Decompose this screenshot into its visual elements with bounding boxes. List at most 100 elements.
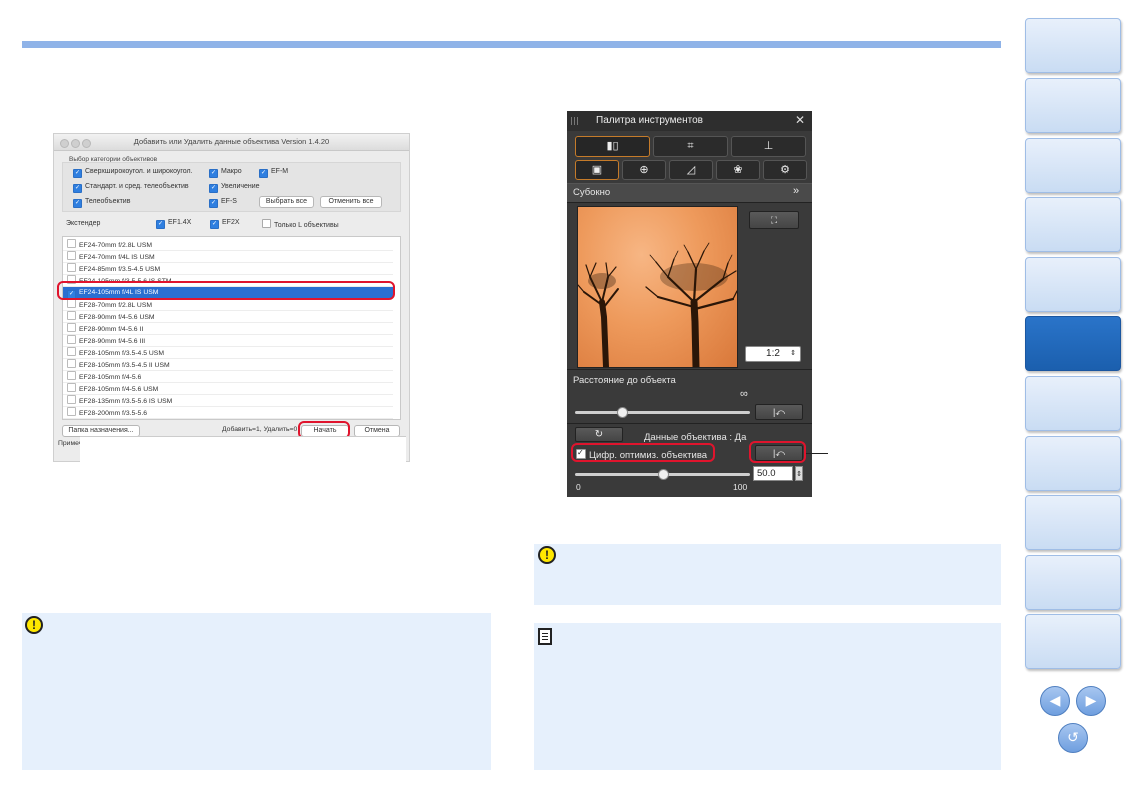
lens-row[interactable]: EF28-105mm f/4-5.6 USM [63,383,393,395]
refresh-icon: ↻ [594,429,604,440]
warning-icon: ! [25,616,43,634]
zoom-select[interactable]: 1:2 ⇕ [745,346,801,362]
category-macro[interactable]: Макро [209,168,242,178]
lens-row[interactable]: EF28-105mm f/3.5-4.5 II USM [63,359,393,371]
lens-row[interactable]: EF28-90mm f/4-5.6 III [63,335,393,347]
category-telephoto[interactable]: Телеобъектив [73,198,130,208]
tab-settings[interactable]: ⚙ [763,160,807,180]
note-icon [538,628,552,645]
nav-tab-4[interactable] [1025,197,1121,252]
tab-stamp[interactable]: ⊥ [731,136,806,157]
infinity-label: ∞ [740,388,748,400]
divider [567,423,812,424]
divider [567,369,812,370]
warning-icon: ! [538,546,556,564]
lens-row[interactable]: EF28-105mm f/4-5.6 [63,371,393,383]
caution-box-right: ! [534,544,1001,605]
curve-icon: ◿ [686,164,696,176]
lens-row[interactable]: EF24-70mm f/4L IS USM [63,251,393,263]
slider-max-label: 100 [733,482,748,492]
add-delete-counter: Добавить=1, Удалить=0 [222,426,298,433]
nav-tab-2[interactable] [1025,78,1121,133]
extender-ef2x[interactable]: EF2X [210,219,240,229]
deselect-all-button[interactable]: Отменить все [320,196,382,208]
tab-basic[interactable]: ▣ [575,160,619,180]
lens-row[interactable]: EF28-70mm f/2.8L USM [63,299,393,311]
nav-tab-3[interactable] [1025,138,1121,193]
dlo-value-field[interactable]: 50.0 [753,466,793,481]
l-lenses-only-checkbox[interactable]: Только L объективы [262,219,339,229]
nav-tab-1[interactable] [1025,18,1121,73]
nav-tab-6-active[interactable] [1025,316,1121,371]
collapse-chevron-icon[interactable]: » [793,185,799,197]
color-icon: ❀ [733,164,743,176]
arrow-left-icon: ◀ [1049,692,1061,708]
close-icon[interactable]: ✕ [795,113,805,127]
dialog-title: Добавить или Удалить данные объектива Ve… [133,137,330,146]
distance-slider-knob[interactable] [617,407,628,418]
category-standard-tele[interactable]: Стандарт. и сред. телеобъектив [73,183,189,193]
highlight-dlo-reset [749,441,806,463]
note-field[interactable] [80,436,406,462]
return-icon: ↺ [1067,729,1079,745]
crop-icon: ⌗ [687,140,694,152]
dlo-stepper-icon[interactable]: ⇕ [795,466,803,481]
extender-ef14x[interactable]: EF1.4X [156,219,191,229]
nav-tab-10[interactable] [1025,555,1121,610]
lens-list[interactable]: EF24-70mm f/2.8L USM EF24-70mm f/4L IS U… [62,236,401,420]
distance-reset-button[interactable]: |⤺ [755,404,803,420]
stepper-icon: ⇕ [790,350,796,357]
category-group: Сверхширокоугол. и широкоугол. Макро EF-… [62,162,401,212]
tab-detail[interactable]: ⊕ [622,160,666,180]
caution-box-left: ! [22,613,491,770]
tab-crop[interactable]: ⌗ [653,136,728,157]
subwindow-header[interactable]: Субокно » [567,183,812,203]
nav-tab-9[interactable] [1025,495,1121,550]
nav-tab-7[interactable] [1025,376,1121,431]
select-all-button[interactable]: Выбрать все [259,196,314,208]
category-extender[interactable]: Увеличение [209,183,260,193]
prev-page-button[interactable]: ◀ [1040,686,1070,716]
highlight-dlo-checkbox [571,443,715,462]
note-box-right [534,623,1001,770]
nav-tab-8[interactable] [1025,436,1121,491]
tree-silhouette-image [578,242,737,367]
lens-data-status: Данные объектива : Да [644,432,747,443]
tab-color[interactable]: ❀ [716,160,760,180]
category-ultrawide[interactable]: Сверхширокоугол. и широкоугол. [73,168,193,178]
reset-arrow-icon: |⤺ [773,407,785,417]
lens-row[interactable]: EF28-90mm f/4-5.6 USM [63,311,393,323]
detail-icon: ⊕ [639,164,649,176]
lens-row[interactable]: EF28-90mm f/4-5.6 II [63,323,393,335]
lens-row[interactable]: EF24-85mm f/3.5-4.5 USM [63,263,393,275]
distance-label: Расстояние до объекта [573,375,676,386]
lens-row[interactable]: EF28-135mm f/3.5-5.6 IS USM [63,395,393,407]
lens-row[interactable]: EF24-70mm f/2.8L USM [63,239,393,251]
tab-curve[interactable]: ◿ [669,160,713,180]
stamp-icon: ⊥ [763,140,774,152]
lens-row[interactable]: EF28-200mm f/3.5-5.6 [63,407,393,419]
subwindow-preview [577,206,738,368]
drag-grip-icon[interactable] [571,117,579,125]
category-ef-m[interactable]: EF-M [259,168,288,178]
subwindow-label: Субокно [573,187,611,198]
tool-palette: Палитра инструментов ✕ ▮▯ ⌗ ⊥ ▣ ⊕ ◿ ❀ ⚙ … [567,111,812,497]
highlight-selected-lens [57,281,395,300]
palette-header: Палитра инструментов ✕ [567,111,812,131]
lens-row[interactable]: EF28-105mm f/3.5-4.5 USM [63,347,393,359]
tab-lens-adjust[interactable]: ▮▯ [575,136,650,157]
list-scrollbar[interactable] [400,333,401,347]
fit-view-button[interactable]: ⛶ [749,211,799,229]
refresh-lens-data-button[interactable]: ↻ [575,427,623,442]
nav-tab-11[interactable] [1025,614,1121,669]
back-button[interactable]: ↺ [1058,723,1088,753]
distance-slider[interactable] [575,411,750,414]
dialog-titlebar: Добавить или Удалить данные объектива Ve… [54,134,409,151]
gear-icon: ⚙ [780,164,790,176]
next-page-button[interactable]: ▶ [1076,686,1106,716]
fit-frame-icon: ⛶ [770,215,778,225]
dlo-slider-knob[interactable] [657,469,669,480]
nav-tab-5[interactable] [1025,257,1121,312]
arrow-right-icon: ▶ [1085,692,1097,708]
category-ef-s[interactable]: EF-S [209,198,237,208]
